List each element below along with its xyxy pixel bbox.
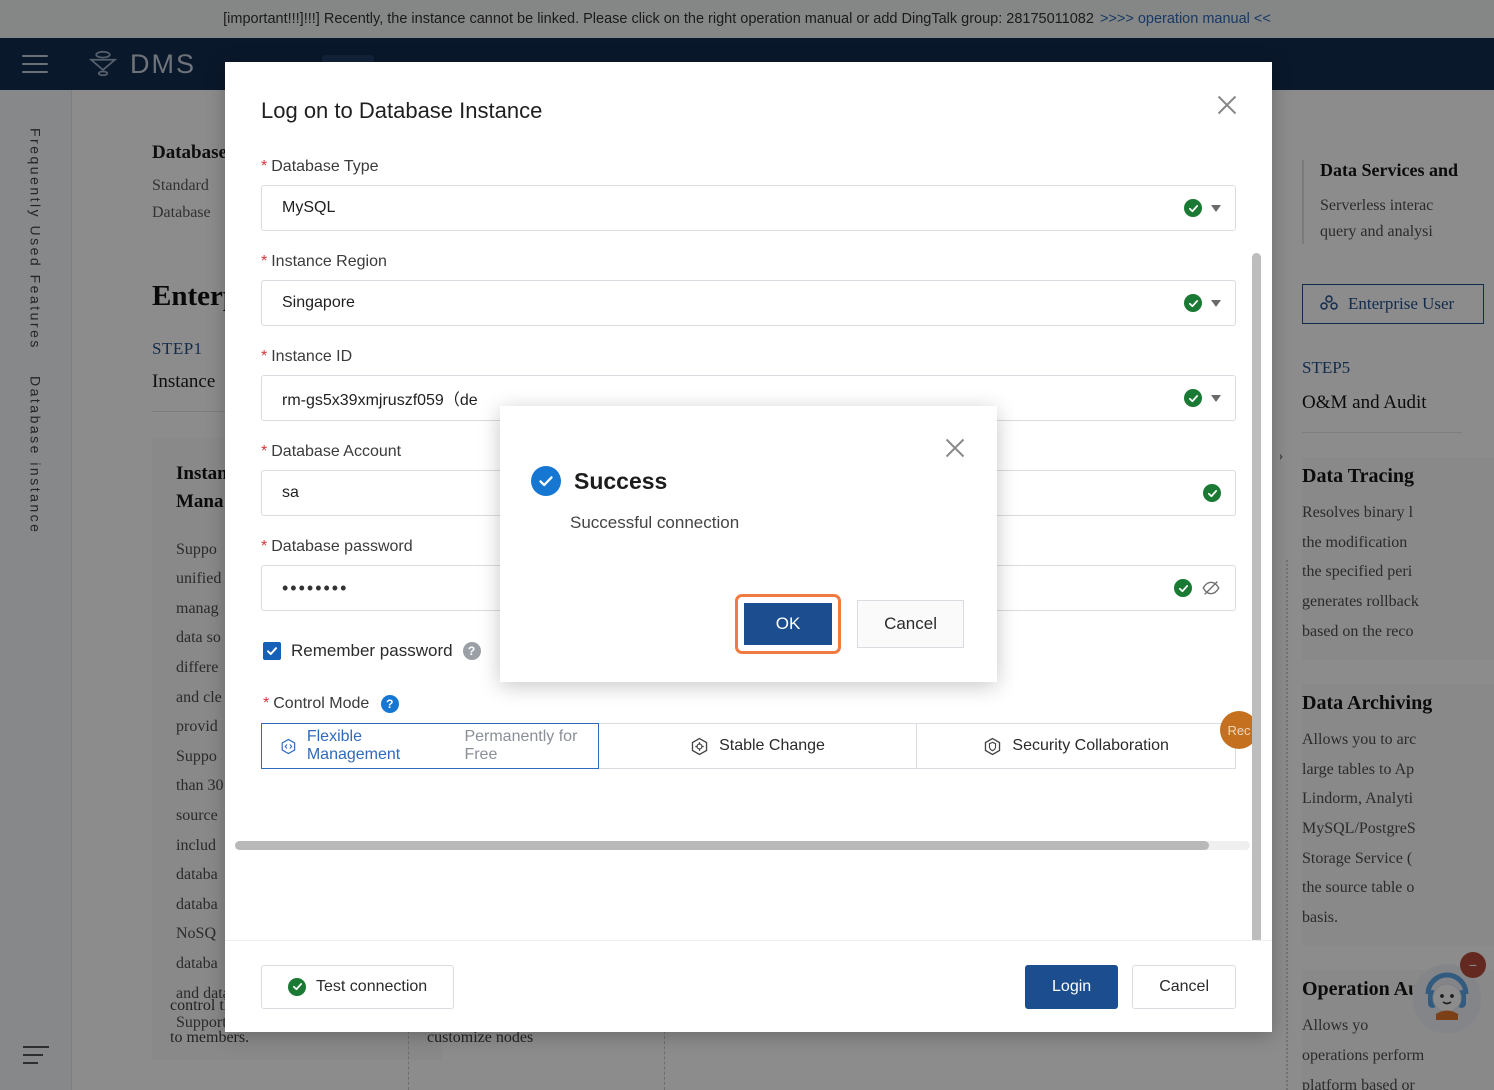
database-password-adornments [1174,578,1221,598]
field-instance-region: *Instance Region Singapore [261,253,1236,326]
success-cancel-button[interactable]: Cancel [857,600,964,648]
label-text: Database Account [271,443,401,460]
test-connection-button[interactable]: Test connection [261,965,454,1009]
valid-check-icon [1184,199,1202,217]
control-mode-label-text: Control Mode [273,695,369,712]
code-hexagon-icon [280,737,297,756]
success-message: Successful connection [500,496,997,533]
success-close-icon[interactable] [941,434,969,462]
label-database-type: *Database Type [261,158,1236,176]
valid-check-icon [1184,389,1202,407]
dialog-vertical-scrollbar-thumb[interactable] [1252,253,1261,940]
required-asterisk: * [261,443,267,460]
database-type-value: MySQL [282,199,335,217]
required-asterisk: * [261,348,267,365]
control-mode-option-security-collaboration[interactable]: Security Collaboration [917,723,1236,769]
page-title: Log on to Database Instance [261,98,1272,124]
ok-button[interactable]: OK [744,603,832,645]
test-connection-check-icon [288,978,306,996]
login-button[interactable]: Login [1025,965,1118,1009]
control-mode-flexible-note: Permanently for Free [464,728,597,764]
database-type-adornments [1184,199,1221,217]
instance-region-value: Singapore [282,294,355,312]
chevron-down-icon[interactable] [1211,205,1221,212]
dialog-horizontal-scrollbar[interactable] [235,841,1250,850]
database-type-select[interactable]: MySQL [261,185,1236,231]
label-instance-id: *Instance ID [261,348,1236,366]
database-password-value: •••••••• [282,578,348,599]
database-account-value: sa [282,484,299,502]
question-mark-icon[interactable]: ? [381,695,399,713]
control-mode-flexible-label: Flexible Management [307,728,443,764]
eye-off-icon[interactable] [1201,578,1221,598]
instance-id-value: rm-gs5x39xmjruszf059（de [282,386,478,410]
chevron-down-icon[interactable] [1211,300,1221,307]
control-mode-option-flexible-management[interactable]: Flexible Management Permanently for Free [261,723,599,769]
required-asterisk: * [261,158,267,175]
valid-check-icon [1174,579,1192,597]
question-mark-icon[interactable]: ? [463,642,481,660]
remember-password-label: Remember password [291,641,453,661]
control-mode-security-label: Security Collaboration [1012,737,1169,755]
success-actions: OK Cancel [735,594,964,654]
remember-password-checkbox[interactable] [263,642,281,660]
control-mode-segmented-control: Flexible Management Permanently for Free… [261,723,1236,769]
required-asterisk: * [261,253,267,270]
control-mode-option-stable-change[interactable]: Stable Change [599,723,918,769]
check-circle-icon [531,466,561,496]
dialog-header: Log on to Database Instance [225,62,1272,158]
valid-check-icon [1184,294,1202,312]
success-header: Success [500,406,997,496]
test-connection-label: Test connection [316,978,427,996]
control-mode-label: *Control Mode ? [263,695,1236,713]
shield-hexagon-icon [983,737,1002,756]
database-account-adornments [1203,484,1221,502]
dialog-cancel-button[interactable]: Cancel [1132,965,1236,1009]
instance-region-select[interactable]: Singapore [261,280,1236,326]
required-asterisk: * [263,695,269,712]
label-text: Database Type [271,158,378,175]
label-text: Database password [271,538,412,555]
label-instance-region: *Instance Region [261,253,1236,271]
control-mode-stable-label: Stable Change [719,737,825,755]
dialog-vertical-scrollbar[interactable] [1252,253,1261,874]
label-text: Instance ID [271,348,352,365]
valid-check-icon [1203,484,1221,502]
dialog-footer: Test connection Login Cancel [225,940,1272,1032]
label-text: Instance Region [271,253,387,270]
success-title: Success [574,468,667,495]
close-icon[interactable] [1212,90,1242,120]
success-dialog: Success Successful connection OK Cancel [500,406,997,682]
required-asterisk: * [261,538,267,555]
instance-id-adornments [1184,389,1221,407]
chevron-down-icon[interactable] [1211,395,1221,402]
instance-region-adornments [1184,294,1221,312]
ok-button-highlight: OK [735,594,841,654]
field-database-type: *Database Type MySQL [261,158,1236,231]
dialog-horizontal-scrollbar-thumb[interactable] [235,841,1209,850]
gear-hexagon-icon [690,737,709,756]
